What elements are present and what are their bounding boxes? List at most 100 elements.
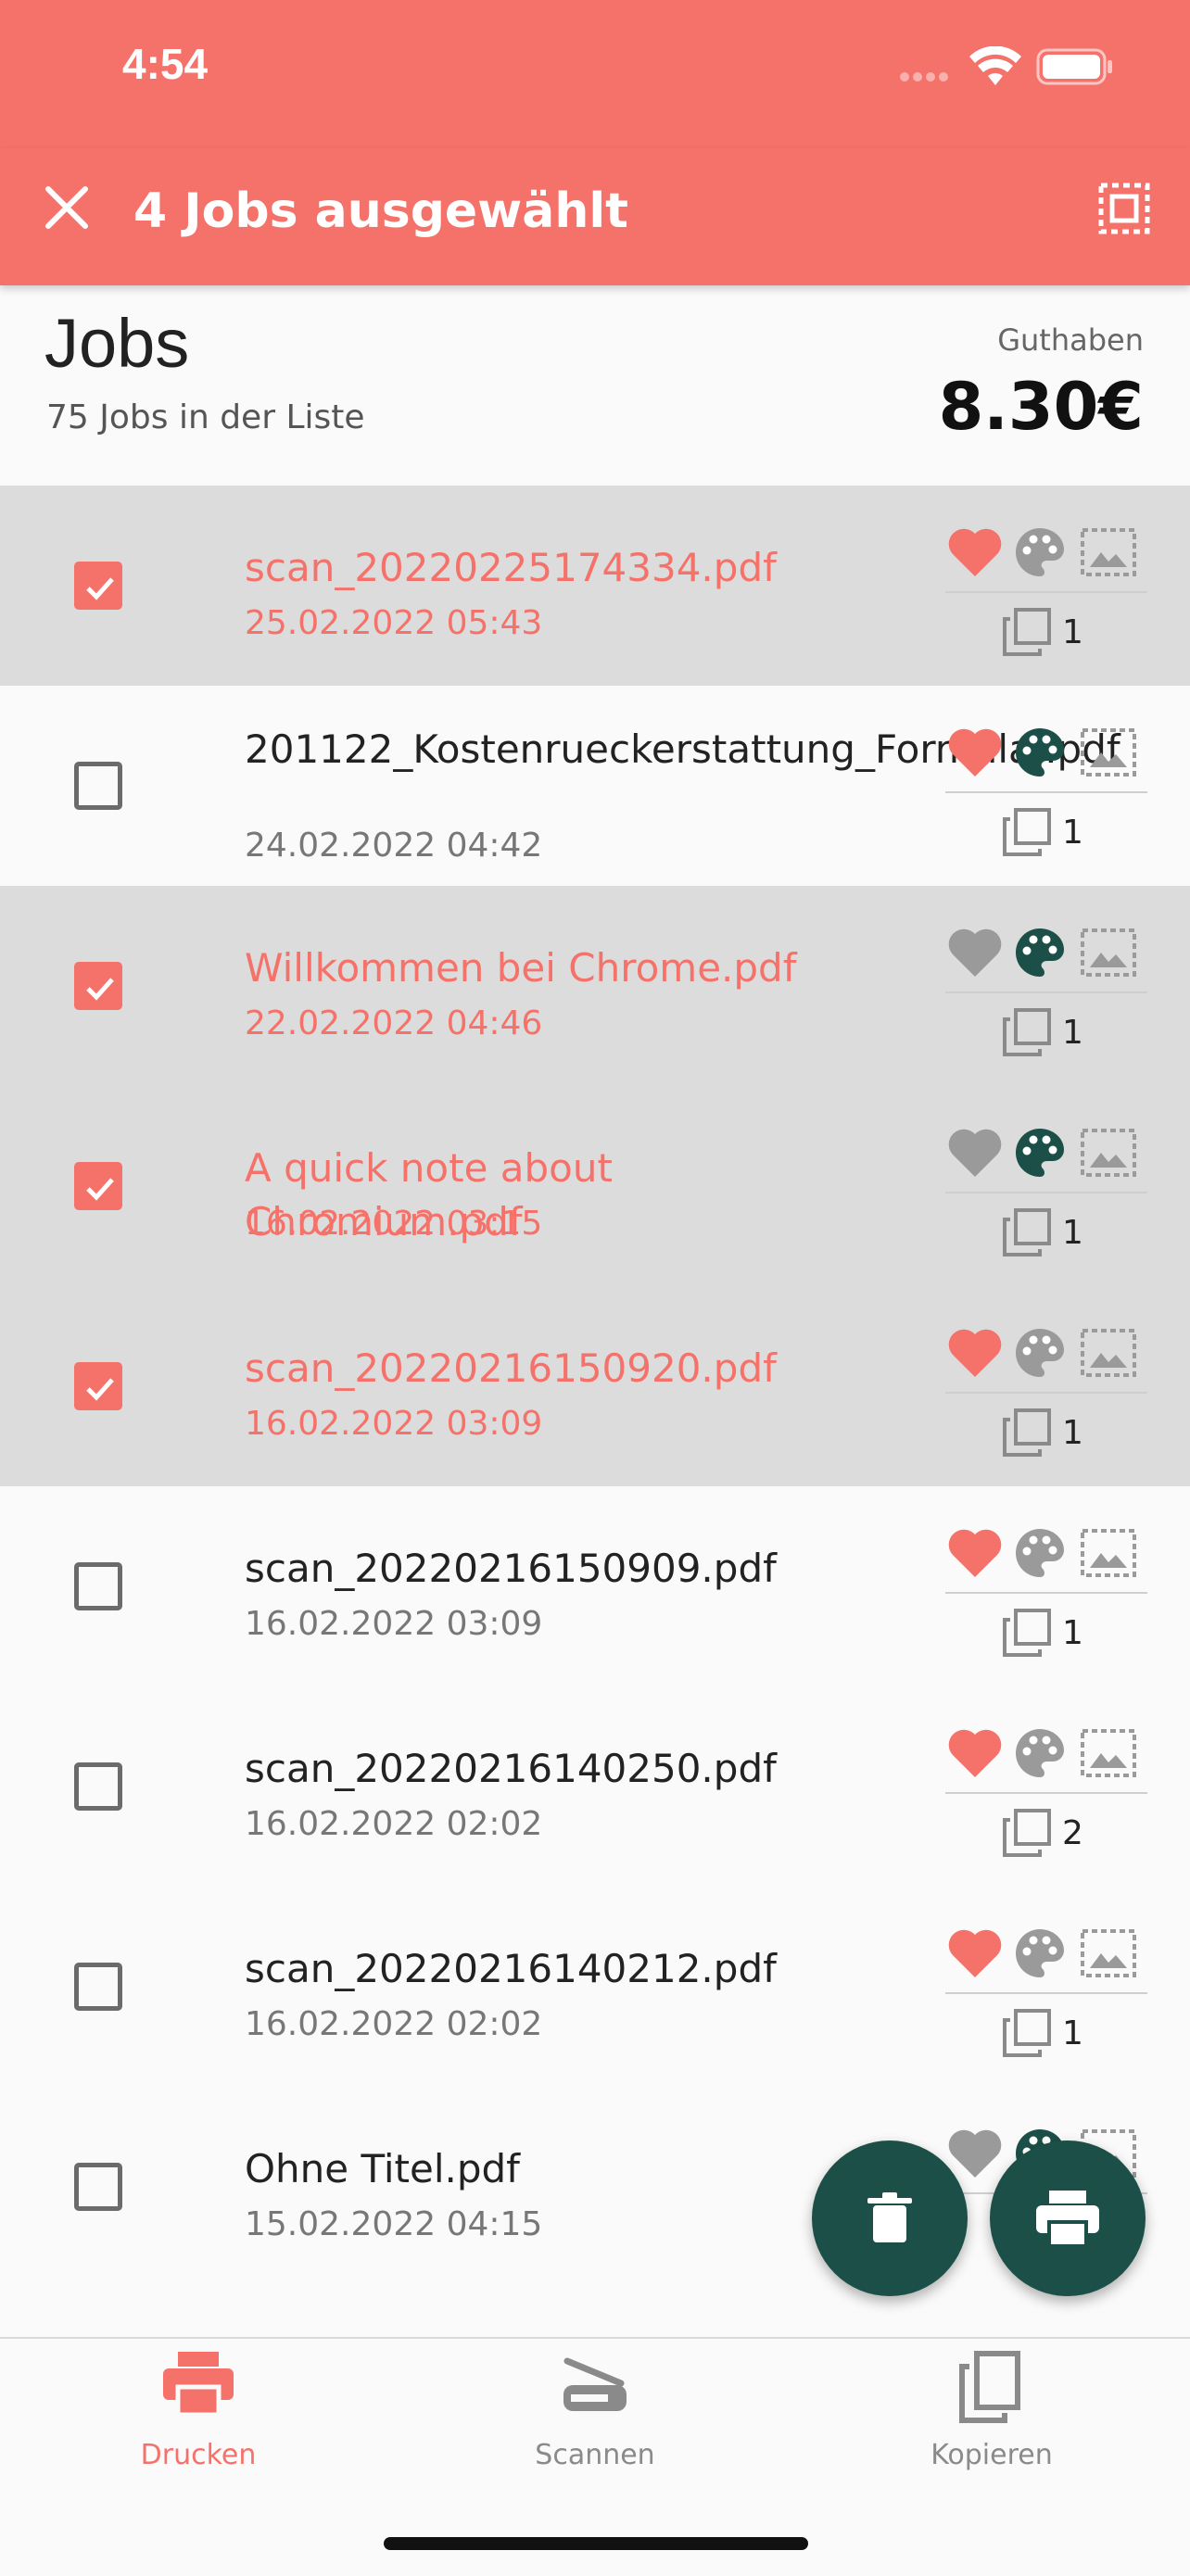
divider (945, 1992, 1147, 1994)
jobs-header: Jobs 75 Jobs in der Liste Guthaben 8.30€ (0, 285, 1190, 486)
job-checkbox[interactable] (74, 962, 122, 1010)
favorite-heart-icon[interactable] (945, 523, 1005, 582)
image-area-icon[interactable] (1079, 1323, 1138, 1383)
favorite-heart-icon[interactable] (945, 1523, 1005, 1583)
favorite-heart-icon[interactable] (945, 1323, 1005, 1383)
balance-label: Guthaben (997, 322, 1144, 358)
job-options: 1 (945, 1924, 1149, 2057)
copies-count[interactable]: 2 (1001, 1807, 1131, 1859)
jobs-list[interactable]: scan_20220225174334.pdf 25.02.2022 05:43… (0, 486, 1190, 2337)
job-checkbox[interactable] (74, 1762, 122, 1811)
job-row[interactable]: scan_20220216140250.pdf 16.02.2022 02:02… (0, 1686, 1190, 1887)
job-row[interactable]: scan_20220216150909.pdf 16.02.2022 03:09… (0, 1486, 1190, 1686)
copies-value: 1 (1062, 1414, 1083, 1452)
jobs-count: 75 Jobs in der Liste (46, 398, 365, 436)
job-options: 1 (945, 923, 1149, 1056)
favorite-heart-icon[interactable] (945, 1924, 1005, 1983)
job-filename: scan_20220216140250.pdf (245, 1746, 777, 1791)
divider (945, 591, 1147, 593)
divider (945, 991, 1147, 993)
image-area-icon[interactable] (1079, 1724, 1138, 1783)
job-filename: Ohne Titel.pdf (245, 2146, 520, 2191)
copies-count[interactable]: 1 (1001, 2007, 1131, 2059)
copies-icon (1003, 2009, 1051, 2057)
cellular-signal-icon (900, 72, 948, 82)
job-checkbox[interactable] (74, 762, 122, 810)
color-palette-icon[interactable] (1010, 1523, 1070, 1583)
home-indicator (384, 2537, 808, 2550)
copies-count[interactable]: 1 (1001, 1407, 1131, 1458)
image-area-icon[interactable] (1079, 1924, 1138, 1983)
job-row[interactable]: A quick note about Chromium.pdf 16.02.20… (0, 1086, 1190, 1286)
color-palette-icon[interactable] (1010, 1323, 1070, 1383)
favorite-heart-icon[interactable] (945, 923, 1005, 982)
page-title: Jobs (44, 305, 190, 382)
image-area-icon[interactable] (1079, 923, 1138, 982)
nav-tab-scannen[interactable]: Scannen (397, 2339, 793, 2506)
selection-app-bar: 4 Jobs ausgewählt (0, 148, 1190, 285)
wifi-icon (969, 46, 1021, 85)
image-area-icon[interactable] (1079, 723, 1138, 782)
job-date: 22.02.2022 04:46 (245, 1004, 543, 1042)
job-checkbox[interactable] (74, 562, 122, 610)
job-filename: scan_20220216150920.pdf (245, 1345, 777, 1391)
close-icon[interactable] (39, 180, 95, 235)
select-all-icon[interactable] (1097, 182, 1151, 235)
color-palette-icon[interactable] (1010, 1123, 1070, 1182)
job-options: 1 (945, 523, 1149, 656)
image-area-icon[interactable] (1079, 1523, 1138, 1583)
favorite-heart-icon[interactable] (945, 1123, 1005, 1182)
color-palette-icon[interactable] (1010, 723, 1070, 782)
copies-icon (1003, 1609, 1051, 1657)
copies-value: 1 (1062, 2014, 1083, 2052)
job-filename: Willkommen bei Chrome.pdf (245, 945, 797, 991)
job-options: 2 (945, 1724, 1149, 1857)
job-checkbox[interactable] (74, 1362, 122, 1410)
print-button[interactable] (990, 2140, 1146, 2296)
copies-icon (1003, 808, 1051, 856)
color-palette-icon[interactable] (1010, 923, 1070, 982)
job-row[interactable]: scan_20220216150920.pdf 16.02.2022 03:09… (0, 1286, 1190, 1486)
job-checkbox[interactable] (74, 2163, 122, 2211)
job-row[interactable]: 201122_Kostenrueckerstattung_Formular.pd… (0, 686, 1190, 886)
copies-count[interactable]: 1 (1001, 606, 1131, 658)
job-row[interactable]: scan_20220225174334.pdf 25.02.2022 05:43… (0, 486, 1190, 686)
job-date: 16.02.2022 03:09 (245, 1605, 543, 1643)
copies-icon (1003, 608, 1051, 656)
job-date: 16.02.2022 03:09 (245, 1405, 543, 1443)
image-area-icon[interactable] (1079, 1123, 1138, 1182)
balance-value: 8.30€ (938, 369, 1144, 445)
job-row[interactable]: scan_20220216140212.pdf 16.02.2022 02:02… (0, 1887, 1190, 2087)
color-palette-icon[interactable] (1010, 523, 1070, 582)
job-options: 1 (945, 723, 1149, 856)
copies-icon (1003, 1809, 1051, 1857)
nav-label: Drucken (140, 2439, 257, 2471)
copies-count[interactable]: 1 (1001, 1206, 1131, 1258)
nav-tab-drucken[interactable]: Drucken (0, 2339, 397, 2506)
divider (945, 1792, 1147, 1794)
job-checkbox[interactable] (74, 1162, 122, 1210)
copies-count[interactable]: 1 (1001, 1607, 1131, 1659)
divider (945, 1192, 1147, 1193)
job-options: 1 (945, 1323, 1149, 1457)
nav-label: Scannen (535, 2439, 655, 2471)
job-options: 1 (945, 1123, 1149, 1256)
color-palette-icon[interactable] (1010, 1924, 1070, 1983)
color-palette-icon[interactable] (1010, 1724, 1070, 1783)
copies-count[interactable]: 1 (1001, 806, 1131, 858)
delete-button[interactable] (812, 2140, 968, 2296)
nav-tab-kopieren[interactable]: Kopieren (793, 2339, 1190, 2506)
job-row[interactable]: Willkommen bei Chrome.pdf 22.02.2022 04:… (0, 886, 1190, 1086)
job-filename: scan_20220216150909.pdf (245, 1546, 777, 1591)
job-filename: 201122_Kostenrueckerstattung_Formular.pd… (245, 726, 1120, 772)
job-date: 16.02.2022 03:15 (245, 1205, 543, 1243)
job-checkbox[interactable] (74, 1562, 122, 1610)
job-date: 24.02.2022 04:42 (245, 827, 543, 865)
copies-value: 2 (1062, 1814, 1083, 1852)
job-checkbox[interactable] (74, 1963, 122, 2011)
job-date: 16.02.2022 02:02 (245, 2005, 543, 2043)
copies-count[interactable]: 1 (1001, 1006, 1131, 1058)
favorite-heart-icon[interactable] (945, 1724, 1005, 1783)
favorite-heart-icon[interactable] (945, 723, 1005, 782)
image-area-icon[interactable] (1079, 523, 1138, 582)
